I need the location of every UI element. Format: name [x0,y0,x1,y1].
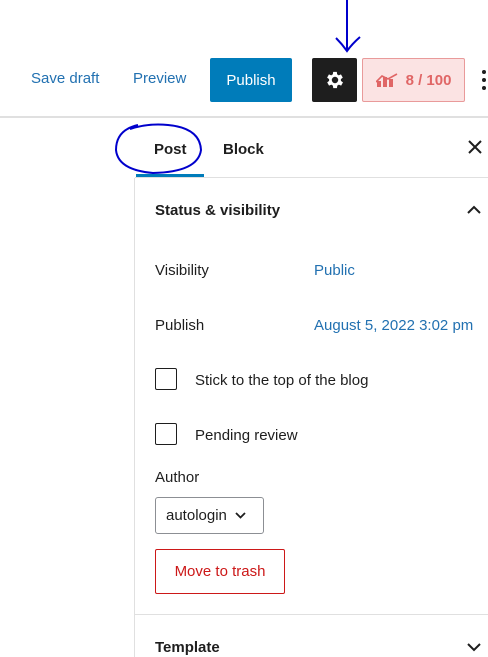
editor-toolbar: Save draft Preview Publish 8 / 100 [0,0,488,117]
preview-button[interactable]: Preview [133,70,186,87]
publish-label: Publish [155,317,205,334]
sidebar-border [134,178,135,657]
annotation-circle [114,123,203,175]
gear-icon [326,71,343,89]
author-label: Author [155,469,200,486]
chevron-down-icon[interactable] [467,642,481,652]
move-to-trash-button[interactable]: Move to trash [155,549,285,594]
visibility-label: Visibility [155,262,209,279]
chevron-down-icon [235,512,246,519]
toolbar-divider [0,117,488,118]
move-to-trash-label: Move to trash [174,563,266,580]
publish-button[interactable]: Publish [210,58,292,102]
score-chart-icon [375,73,397,87]
publish-date-value[interactable]: August 5, 2022 3:02 pm [314,317,473,334]
tab-block[interactable]: Block [223,141,264,158]
sticky-checkbox[interactable] [155,368,177,390]
tabs-divider [135,177,488,178]
seo-score-button[interactable]: 8 / 100 [362,58,465,102]
author-select[interactable]: autologin [155,497,264,534]
pending-review-checkbox[interactable] [155,423,177,445]
more-options-icon[interactable] [482,70,488,92]
author-select-value: autologin [166,507,227,524]
settings-button[interactable] [312,58,357,102]
template-section-title[interactable]: Template [155,639,220,656]
visibility-value[interactable]: Public [314,262,355,279]
close-icon[interactable] [467,139,483,155]
chevron-up-icon[interactable] [467,205,481,215]
seo-score-value: 8 / 100 [405,71,452,89]
section-divider [135,614,488,615]
save-draft-button[interactable]: Save draft [31,70,99,87]
editor-screen: Save draft Preview Publish 8 / 100 Post … [0,0,488,657]
pending-review-label: Pending review [195,427,298,444]
sticky-label: Stick to the top of the blog [195,372,369,389]
annotation-arrow [335,0,361,53]
publish-button-label: Publish [226,71,276,89]
status-visibility-title[interactable]: Status & visibility [155,202,280,219]
